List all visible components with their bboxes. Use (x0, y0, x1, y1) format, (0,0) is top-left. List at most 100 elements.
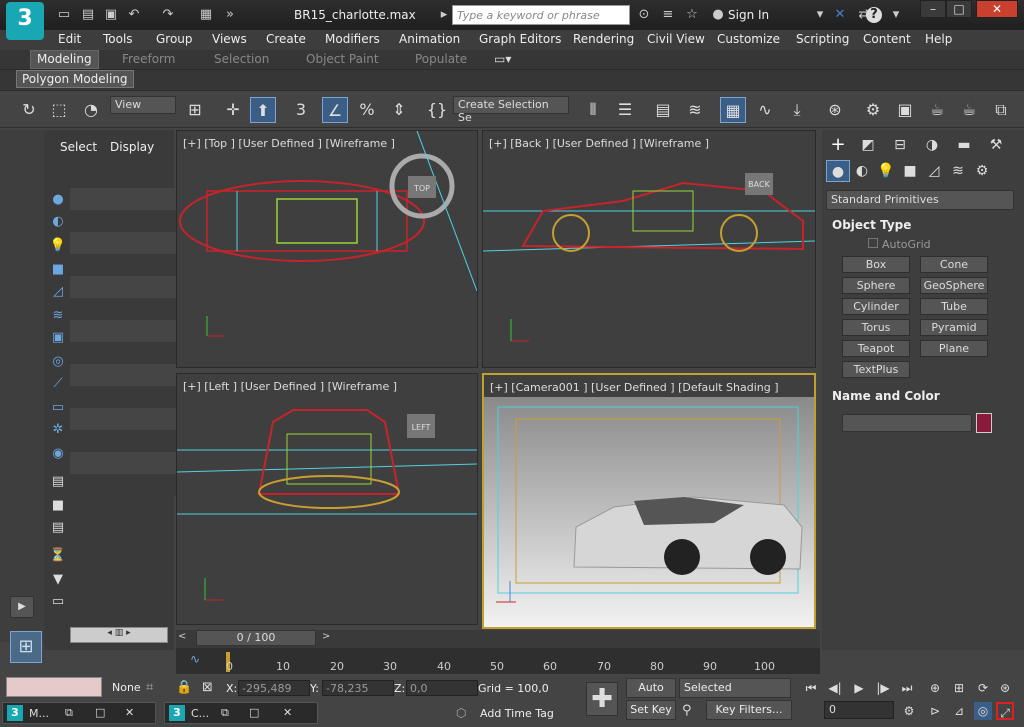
funnel-icon[interactable]: ▼ (48, 570, 68, 590)
favorites-star-icon[interactable]: ☆ (684, 7, 700, 23)
selection-lock-icon[interactable]: 🔒 (176, 680, 192, 695)
play-icon[interactable]: ▶ (850, 679, 868, 697)
display-geometry-icon[interactable]: ● (48, 190, 68, 210)
snaps-toggle-icon[interactable]: 3 (288, 97, 314, 123)
time-slider-prev-icon[interactable]: < (178, 631, 186, 642)
scene-explorer-icon[interactable]: ▤ (650, 97, 676, 123)
menu-tools[interactable]: Tools (103, 32, 133, 46)
default-in-out-tangents-icon[interactable]: ⚲ (682, 703, 692, 718)
render-production-icon[interactable]: ☕ (924, 97, 950, 123)
display-bones-icon[interactable]: ⟋ (48, 374, 68, 394)
menu-rendering[interactable]: Rendering (573, 32, 634, 46)
edit-named-selection-icon[interactable]: {} (424, 97, 450, 123)
display-cameras-icon[interactable]: ■ (48, 260, 68, 280)
object-name-input[interactable] (842, 414, 972, 432)
sphere-button[interactable]: Sphere (842, 277, 910, 294)
display-helpers-icon[interactable]: ◿ (48, 282, 68, 302)
curve-editor-mini-icon[interactable]: ∿ (190, 652, 200, 666)
select-and-place-icon[interactable]: ⬆ (250, 97, 276, 123)
restore-icon[interactable]: ⧉ (221, 706, 229, 720)
plane-button[interactable]: Plane (920, 340, 988, 357)
chevron-down-icon[interactable]: ▾ (812, 7, 828, 23)
cylinder-button[interactable]: Cylinder (842, 298, 910, 315)
move-icon[interactable]: ✛ (220, 97, 246, 123)
pyramid-button[interactable]: Pyramid (920, 319, 988, 336)
save-icon[interactable]: ▣ (103, 7, 119, 23)
display-containers-icon[interactable]: ▭ (48, 398, 68, 418)
tab-selection[interactable]: Selection (214, 52, 269, 66)
polygon-modeling-panel[interactable]: Polygon Modeling (16, 70, 134, 88)
rendered-frame-window-icon[interactable]: ▣ (892, 97, 918, 123)
menu-animation[interactable]: Animation (399, 32, 460, 46)
spinner-snap-icon[interactable]: ⇕ (386, 97, 412, 123)
motion-tab-icon[interactable]: ◑ (920, 134, 944, 156)
taskbar-item[interactable]: 3 M... ⧉ □ ✕ (2, 702, 156, 724)
create-tab-icon[interactable]: + (826, 134, 850, 156)
viewcube-label[interactable]: TOP (413, 184, 430, 193)
select-by-name-icon[interactable]: ◔ (78, 97, 104, 123)
next-frame-icon[interactable]: |▶ (874, 679, 892, 697)
user-icon[interactable]: ● (710, 7, 726, 23)
hierarchy-tab-icon[interactable]: ⊟ (888, 134, 912, 156)
display-groups-icon[interactable]: ▣ (48, 328, 68, 348)
display-tab-icon[interactable]: ▬ (952, 134, 976, 156)
scene-explorer-display-menu[interactable]: Display (110, 140, 154, 154)
current-frame-field[interactable]: 0 (824, 701, 894, 719)
geosphere-button[interactable]: GeoSphere (920, 277, 988, 294)
textplus-button[interactable]: TextPlus (842, 361, 910, 378)
menu-create[interactable]: Create (266, 32, 306, 46)
menu-edit[interactable]: Edit (58, 32, 81, 46)
tab-populate[interactable]: Populate (415, 52, 467, 66)
menu-help[interactable]: Help (925, 32, 952, 46)
redo-icon[interactable]: ↷ (160, 7, 176, 23)
key-selection-dropdown[interactable]: Selected (679, 678, 791, 698)
auto-key-button[interactable]: Auto Key (626, 678, 676, 712)
render-in-cloud-icon[interactable]: ⧉ (988, 97, 1014, 123)
render-setup-icon[interactable]: ⚙ (860, 97, 886, 123)
primitive-category-dropdown[interactable]: Standard Primitives (826, 190, 1014, 210)
menu-views[interactable]: Views (212, 32, 247, 46)
cameras-icon[interactable]: ■ (898, 160, 922, 182)
help-button[interactable]: ? (866, 7, 882, 23)
tab-modeling[interactable]: Modeling (30, 50, 99, 69)
restore-icon[interactable]: ⧉ (65, 706, 73, 720)
menu-group[interactable]: Group (156, 32, 193, 46)
subscription-icon[interactable]: ≡ (660, 7, 676, 23)
geometry-icon[interactable]: ● (826, 160, 850, 182)
add-time-tag-button[interactable]: Add Time Tag (480, 707, 554, 720)
render-iterative-icon[interactable]: ☕ (956, 97, 982, 123)
search-input[interactable]: Type a keyword or phrase (452, 5, 630, 25)
absolute-mode-icon[interactable]: ⊠ (202, 680, 213, 695)
menu-customize[interactable]: Customize (717, 32, 780, 46)
previous-frame-icon[interactable]: ◀| (826, 679, 844, 697)
time-tag-icon[interactable]: ⬡ (456, 706, 466, 720)
percent-snap-icon[interactable]: % (354, 97, 380, 123)
go-to-start-icon[interactable]: ⏮ (802, 679, 820, 697)
close-button[interactable]: ✕ (976, 0, 1018, 18)
expand-layouts-button[interactable]: ▶ (10, 596, 34, 618)
lights-icon[interactable]: 💡 (874, 160, 898, 182)
key-filters-button[interactable]: Key Filters... (706, 700, 792, 720)
close-icon[interactable]: ✕ (125, 706, 134, 719)
viewport-layout-icon[interactable]: ⊞ (10, 631, 42, 663)
maximize-button[interactable]: □ (946, 0, 972, 18)
open-file-icon[interactable]: ▤ (80, 7, 96, 23)
set-key-button[interactable]: Set Key (626, 700, 676, 720)
menu-modifiers[interactable]: Modifiers (325, 32, 380, 46)
time-slider-next-icon[interactable]: > (322, 631, 330, 642)
display-hidden-icon[interactable]: ◉ (48, 444, 68, 464)
field-of-view-icon[interactable]: ⊿ (950, 702, 968, 720)
object-color-swatch[interactable] (976, 413, 992, 433)
maximize-viewport-toggle-icon[interactable]: ⤢ (996, 702, 1014, 720)
viewport-left[interactable]: [+] [Left ] [User Defined ] [Wireframe ]… (176, 373, 478, 625)
app-logo[interactable]: 3 (6, 2, 44, 40)
menu-content[interactable]: Content (863, 32, 911, 46)
named-selection-set-dropdown[interactable]: Create Selection Se (453, 96, 569, 124)
name-and-color-rollout[interactable]: Name and Color (832, 389, 940, 403)
maximize-icon[interactable]: □ (95, 706, 105, 719)
ribbon-options-icon[interactable]: ▭▾ (494, 52, 511, 66)
exchange-apps-icon[interactable]: ✕ (832, 7, 848, 23)
display-all-icon[interactable]: ▤ (48, 472, 68, 492)
new-file-icon[interactable]: ▭ (56, 7, 72, 23)
display-xrefs-icon[interactable]: ◎ (48, 352, 68, 372)
